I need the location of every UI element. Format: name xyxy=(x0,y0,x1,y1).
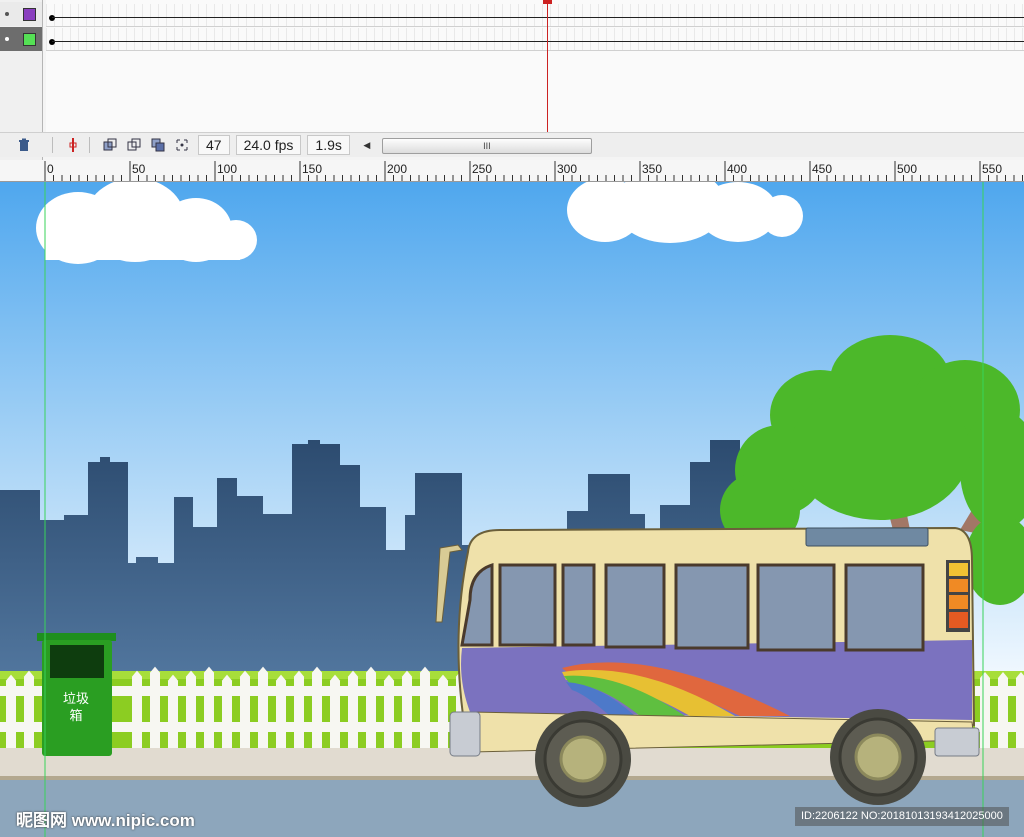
layer-color-swatch[interactable] xyxy=(23,32,36,46)
tween-line xyxy=(52,17,1024,18)
fence-picket xyxy=(222,674,232,748)
center-frame-icon[interactable] xyxy=(63,135,83,155)
ruler-label: 0 xyxy=(47,162,54,176)
fence-picket xyxy=(186,670,196,748)
scroll-thumb[interactable]: III xyxy=(381,138,592,154)
ruler-label: 200 xyxy=(387,162,408,176)
frame-track-2[interactable] xyxy=(46,28,1024,51)
ruler-ticks xyxy=(44,161,1023,181)
watermark-text: 昵图网 www.nipic.com xyxy=(16,811,195,830)
image-id-strip: ID:2206122 NO:20181013193412025000 xyxy=(795,807,1009,826)
fence-picket xyxy=(258,666,268,748)
timeline-scrollbar[interactable]: ◀ III xyxy=(360,137,592,154)
scroll-left-arrow-icon[interactable]: ◀ xyxy=(360,140,374,151)
fence-picket xyxy=(1016,672,1024,748)
fence-picket xyxy=(330,674,340,748)
fence-picket xyxy=(132,670,142,748)
edit-multiple-frames-icon[interactable] xyxy=(148,135,168,155)
timeline-toolbar: 47 24.0 fps 1.9s ◀ III xyxy=(0,132,1024,157)
frame-track-1[interactable] xyxy=(46,4,1024,27)
scene-artwork xyxy=(0,182,1024,837)
ruler-label: 350 xyxy=(642,162,663,176)
fence-picket xyxy=(980,672,990,748)
visibility-dot-icon[interactable] xyxy=(5,12,9,16)
toolbar-divider xyxy=(89,137,90,153)
keyframe-dot[interactable] xyxy=(49,39,55,45)
ruler-label: 450 xyxy=(812,162,833,176)
visibility-dot-icon[interactable] xyxy=(5,37,9,41)
bus-rear-wheel xyxy=(830,709,926,805)
ruler-label: 100 xyxy=(217,162,238,176)
fence-picket xyxy=(168,674,178,748)
ruler-label: 400 xyxy=(727,162,748,176)
onion-markers-icon[interactable] xyxy=(172,135,192,155)
ruler-label: 500 xyxy=(897,162,918,176)
playhead-line[interactable] xyxy=(547,0,548,132)
timeline-panel: 47 24.0 fps 1.9s ◀ III xyxy=(0,0,1024,161)
onion-skin-icon[interactable] xyxy=(100,135,120,155)
fence-picket xyxy=(366,666,376,748)
horizontal-ruler: 0 50 100 150 200 250 300 350 400 450 500… xyxy=(0,160,1024,182)
trash-bin-label: 垃圾箱 xyxy=(62,691,89,723)
layer-color-swatch[interactable] xyxy=(23,7,36,21)
fence-picket xyxy=(312,666,322,748)
layer-row-2[interactable] xyxy=(0,27,42,51)
fence-picket xyxy=(384,674,394,748)
fence-picket xyxy=(204,666,214,748)
fence-picket xyxy=(6,674,16,748)
fence-picket xyxy=(294,670,304,748)
ruler-label: 250 xyxy=(472,162,493,176)
trash-icon[interactable] xyxy=(14,135,34,155)
tween-line xyxy=(52,41,1024,42)
keyframe-dot[interactable] xyxy=(49,15,55,21)
fence-picket xyxy=(240,670,250,748)
fence-picket xyxy=(402,670,412,748)
fence-picket xyxy=(998,672,1008,748)
layer-row-1[interactable] xyxy=(0,2,42,26)
bus-front-wheel xyxy=(535,711,631,807)
toolbar-divider xyxy=(52,137,53,153)
fence-picket xyxy=(420,666,430,748)
fence-picket xyxy=(348,670,358,748)
fence-picket xyxy=(438,674,448,748)
current-frame-field[interactable]: 47 xyxy=(198,135,230,155)
fence-picket xyxy=(150,666,160,748)
fence-picket xyxy=(276,674,286,748)
ruler-label: 50 xyxy=(132,162,146,176)
ruler-label: 150 xyxy=(302,162,323,176)
fence-picket xyxy=(24,670,34,748)
stage-canvas[interactable] xyxy=(0,182,1024,837)
elapsed-time-field: 1.9s xyxy=(307,135,350,155)
frame-rate-field[interactable]: 24.0 fps xyxy=(235,135,302,155)
ruler-label: 550 xyxy=(982,162,1003,176)
onion-outline-icon[interactable] xyxy=(124,135,144,155)
ruler-label: 300 xyxy=(557,162,578,176)
frame-grid[interactable] xyxy=(46,0,1024,132)
